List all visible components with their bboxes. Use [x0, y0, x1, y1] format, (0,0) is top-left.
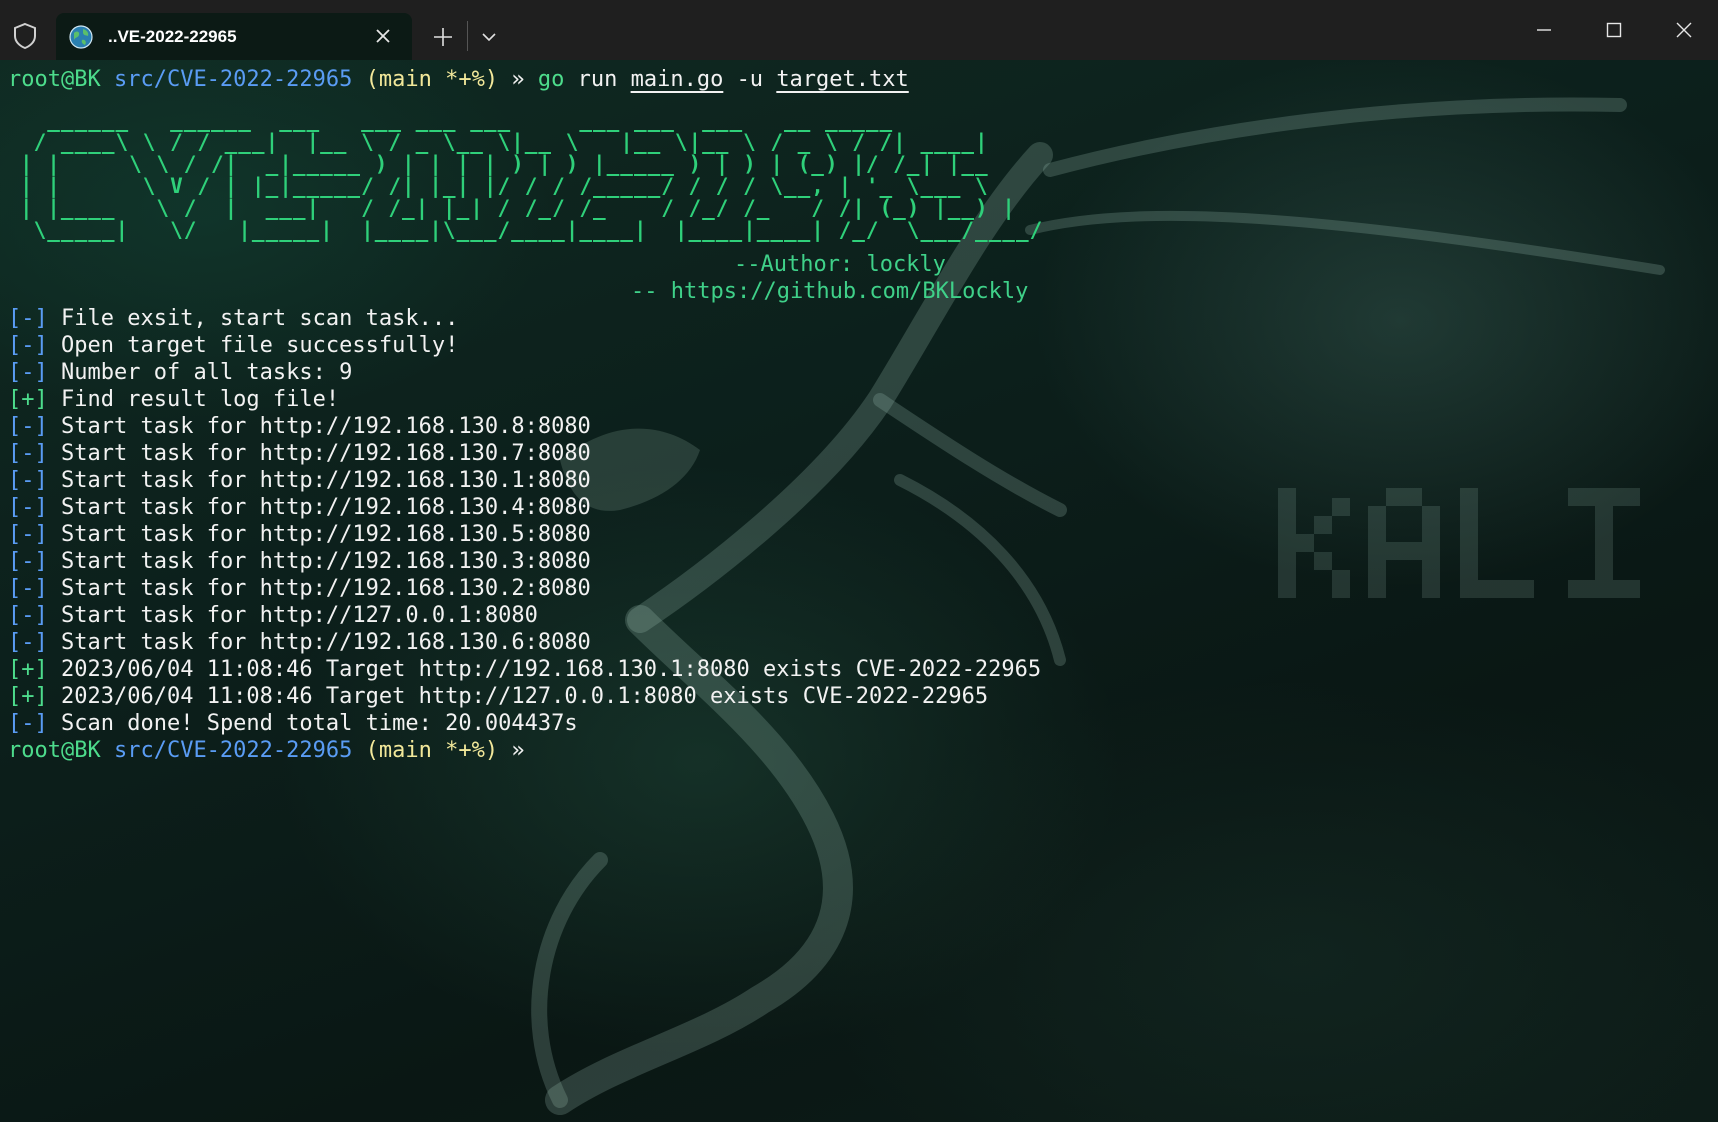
output-text: Start task for http://192.168.130.5:8080 — [61, 522, 591, 547]
status-tag: [-] — [8, 306, 48, 331]
status-tag: [-] — [8, 333, 48, 358]
minimize-icon[interactable] — [1512, 0, 1576, 60]
chevron-down-icon[interactable] — [476, 22, 502, 52]
output-line: [-] Open target file successfully! — [8, 332, 1708, 359]
output-line: [+] 2023/06/04 11:08:46 Target http://19… — [8, 656, 1708, 683]
plus-icon[interactable] — [428, 22, 458, 52]
output-line: [-] Start task for http://192.168.130.3:… — [8, 548, 1708, 575]
prompt-git-status: (main *+%) — [365, 738, 499, 763]
output-text: Start task for http://192.168.130.4:8080 — [61, 495, 591, 520]
status-tag: [-] — [8, 576, 48, 601]
output-text: File exsit, start scan task... — [61, 306, 459, 331]
status-tag: [+] — [8, 657, 48, 682]
output-text: Start task for http://192.168.130.3:8080 — [61, 549, 591, 574]
output-text: Start task for http://192.168.130.6:8080 — [61, 630, 591, 655]
output-line: [-] Start task for http://127.0.0.1:8080 — [8, 602, 1708, 629]
output-text: Scan done! Spend total time: 20.004437s — [61, 711, 578, 736]
tab-separator — [467, 21, 468, 51]
terminal-window: ..VE-2022-22965 root@BK src/CVE-2022-229… — [0, 0, 1718, 1122]
output-text: 2023/06/04 11:08:46 Target http://127.0.… — [61, 684, 989, 709]
author-line: --Author: lockly — [734, 252, 946, 277]
globe-icon — [69, 24, 93, 49]
output-line: [-] Start task for http://192.168.130.5:… — [8, 521, 1708, 548]
output-line: [-] Start task for http://192.168.130.2:… — [8, 575, 1708, 602]
status-tag: [-] — [8, 468, 48, 493]
window-close-icon[interactable] — [1652, 0, 1716, 60]
close-icon[interactable] — [370, 23, 396, 49]
command-file: main.go — [630, 67, 724, 92]
status-tag: [-] — [8, 360, 48, 385]
status-tag: [-] — [8, 549, 48, 574]
output-line: [-] Number of all tasks: 9 — [8, 359, 1708, 386]
prompt-user: root@BK — [8, 738, 101, 763]
output-line: [-] Start task for http://192.168.130.6:… — [8, 629, 1708, 656]
output-text: Start task for http://192.168.130.2:8080 — [61, 576, 591, 601]
output-list: [-] File exsit, start scan task... [-] Op… — [8, 305, 1708, 737]
output-line: [-] Scan done! Spend total time: 20.0044… — [8, 710, 1708, 737]
prompt-path: src/CVE-2022-22965 — [113, 738, 353, 763]
title-bar: ..VE-2022-22965 — [0, 0, 1718, 60]
output-text: 2023/06/04 11:08:46 Target http://192.16… — [61, 657, 1042, 682]
output-text: Start task for http://192.168.130.8:8080 — [61, 414, 591, 439]
command-flag: -u — [736, 67, 764, 92]
output-line: [-] Start task for http://192.168.130.8:… — [8, 413, 1708, 440]
command-sub: run — [577, 67, 618, 92]
prompt-git-status: (main *+%) — [365, 67, 499, 92]
output-line: [-] File exsit, start scan task... — [8, 305, 1708, 332]
command-arg: target.txt — [776, 67, 909, 92]
tab-title: ..VE-2022-22965 — [108, 26, 237, 46]
author-block: --Author: lockly -- https://github.com/B… — [8, 251, 1708, 305]
output-text: Open target file successfully! — [61, 333, 459, 358]
prompt-path: src/CVE-2022-22965 — [113, 67, 353, 92]
status-tag: [-] — [8, 441, 48, 466]
prompt-symbol: » — [511, 67, 525, 92]
output-text: Start task for http://127.0.0.1:8080 — [61, 603, 538, 628]
status-tag: [-] — [8, 603, 48, 628]
shield-icon[interactable] — [10, 21, 40, 51]
command-line: root@BK src/CVE-2022-22965 (main *+%) » … — [8, 66, 1708, 93]
output-text: Start task for http://192.168.130.1:8080 — [61, 468, 591, 493]
maximize-icon[interactable] — [1582, 0, 1646, 60]
output-line: [-] Start task for http://192.168.130.1:… — [8, 467, 1708, 494]
terminal-pane[interactable]: root@BK src/CVE-2022-22965 (main *+%) » … — [0, 60, 1718, 1122]
terminal-output: root@BK src/CVE-2022-22965 (main *+%) » … — [8, 66, 1708, 764]
prompt-user: root@BK — [8, 67, 101, 92]
status-tag: [-] — [8, 522, 48, 547]
prompt-symbol: » — [511, 738, 525, 763]
status-tag: [-] — [8, 414, 48, 439]
tab-active[interactable]: ..VE-2022-22965 — [56, 13, 412, 60]
output-line: [-] Start task for http://192.168.130.4:… — [8, 494, 1708, 521]
output-text: Find result log file! — [61, 387, 340, 412]
output-line: [+] Find result log file! — [8, 386, 1708, 413]
status-tag: [+] — [8, 684, 48, 709]
output-text: Start task for http://192.168.130.7:8080 — [61, 441, 591, 466]
command-bin: go — [537, 67, 565, 92]
output-text: Number of all tasks: 9 — [61, 360, 353, 385]
status-tag: [-] — [8, 630, 48, 655]
output-line: [+] 2023/06/04 11:08:46 Target http://12… — [8, 683, 1708, 710]
ascii-banner: ______ ______ ___ ___ ___ ___ ___ ___ __… — [20, 108, 1044, 242]
status-tag: [-] — [8, 711, 48, 736]
author-link: -- https://github.com/BKLockly — [631, 279, 1029, 304]
status-tag: [+] — [8, 387, 48, 412]
final-prompt-line: root@BK src/CVE-2022-22965 (main *+%) » — [8, 737, 1708, 764]
output-line: [-] Start task for http://192.168.130.7:… — [8, 440, 1708, 467]
status-tag: [-] — [8, 495, 48, 520]
